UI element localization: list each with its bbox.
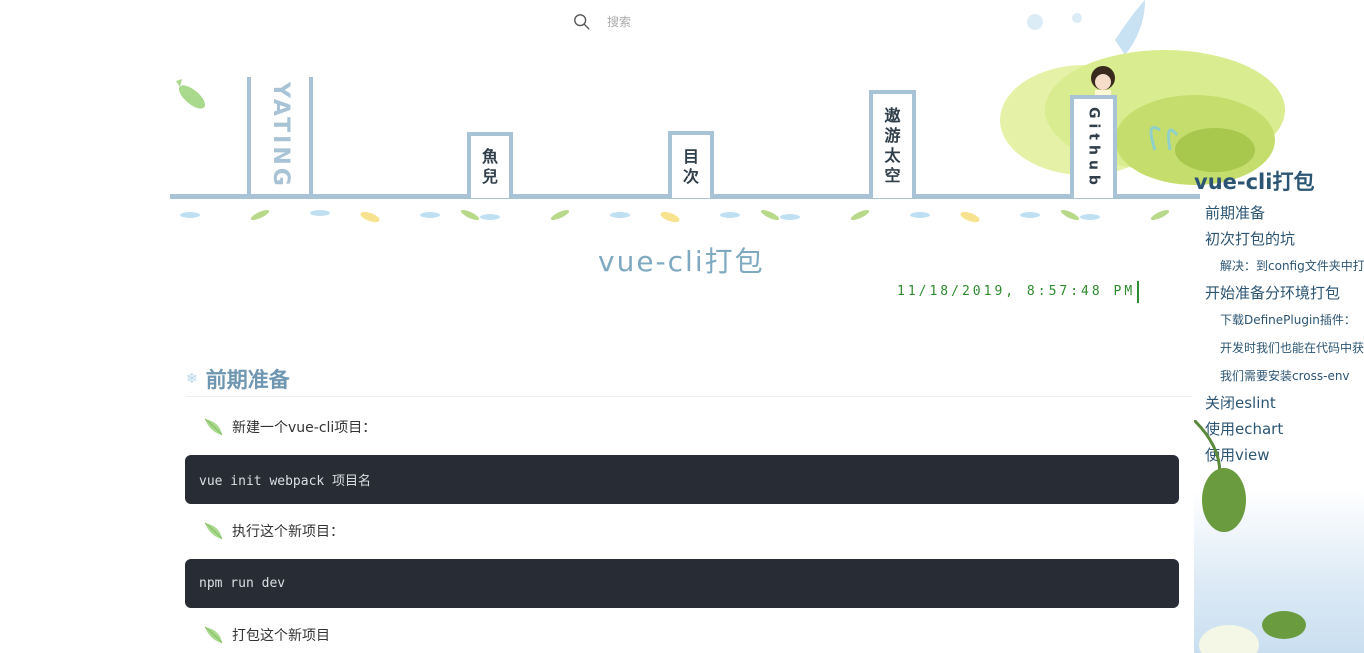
section-heading: ❄ 前期准备 [186, 364, 290, 394]
paragraph: 打包这个新项目 [202, 624, 330, 646]
article-datetime: 11/18/2019, 8:57:48 PM [897, 284, 1136, 299]
toc-title: vue-cli打包 [1194, 170, 1315, 194]
code-block[interactable]: vue init webpack 项目名 [185, 455, 1179, 504]
snowflake-icon: ❄ [186, 371, 198, 387]
search-input[interactable] [605, 14, 679, 30]
nav-label: Github [1085, 107, 1102, 190]
toc-link[interactable]: 解决：到config文件夹中打 [1194, 252, 1364, 280]
nav-item-yuer[interactable]: 魚 兒 [467, 132, 513, 198]
nav-label-char: 目 [682, 146, 699, 166]
nav-item-github[interactable]: Github [1070, 95, 1117, 198]
toc-link[interactable]: 开始准备分环境打包 [1194, 280, 1364, 306]
brand-label: YATING [268, 82, 293, 189]
leaf-bullet-icon [204, 522, 223, 540]
toc-link[interactable]: 开发时我们也能在代码中获 [1194, 334, 1364, 362]
leaf-bullet-icon [204, 626, 223, 644]
flower-bud-illustration [1194, 420, 1306, 653]
nav-label-char: 次 [682, 166, 699, 186]
nav-brand[interactable]: YATING [247, 77, 313, 194]
code-block[interactable]: npm run dev [185, 559, 1179, 608]
leaf-bullet-icon [204, 418, 223, 436]
code-text: vue init webpack 项目名 [199, 474, 372, 489]
paragraph-text: 打包这个新项目 [232, 628, 330, 644]
nav-label-char: 太 [884, 146, 901, 165]
nav-item-toc[interactable]: 目 次 [668, 131, 714, 198]
paragraph: 新建一个vue-cli项目： [202, 416, 376, 438]
nav-label-char: 魚 [481, 147, 498, 166]
datetime-cursor [1137, 281, 1139, 303]
nav-label-char: 遨 [884, 106, 901, 125]
toc-link[interactable]: 下载DefinePlugin插件： [1194, 306, 1364, 334]
nav-label-char: 空 [884, 166, 901, 185]
search-icon[interactable] [573, 13, 591, 31]
toc-link[interactable]: 我们需要安装cross-env [1194, 362, 1364, 390]
toc-link[interactable]: 关闭eslint [1194, 390, 1364, 416]
heading-divider [186, 396, 1192, 397]
fish-icon [176, 79, 206, 109]
leaf-decoration-row [180, 209, 1170, 223]
section-heading-text: 前期准备 [205, 368, 290, 392]
paragraph-text: 执行这个新项目： [232, 524, 344, 540]
nav-item-space[interactable]: 遨 游 太 空 [869, 90, 916, 198]
paragraph-text: 新建一个vue-cli项目： [232, 420, 377, 436]
article-title: vue-cli打包 [598, 245, 765, 278]
code-text: npm run dev [199, 576, 286, 591]
toc-link[interactable]: 前期准备 [1194, 200, 1364, 226]
toc-link[interactable]: 初次打包的坑 [1194, 226, 1364, 252]
search-bar[interactable] [573, 10, 683, 34]
nav-label-char: 游 [884, 126, 901, 145]
nav-label-char: 兒 [481, 167, 498, 186]
paragraph: 执行这个新项目： [202, 520, 344, 542]
